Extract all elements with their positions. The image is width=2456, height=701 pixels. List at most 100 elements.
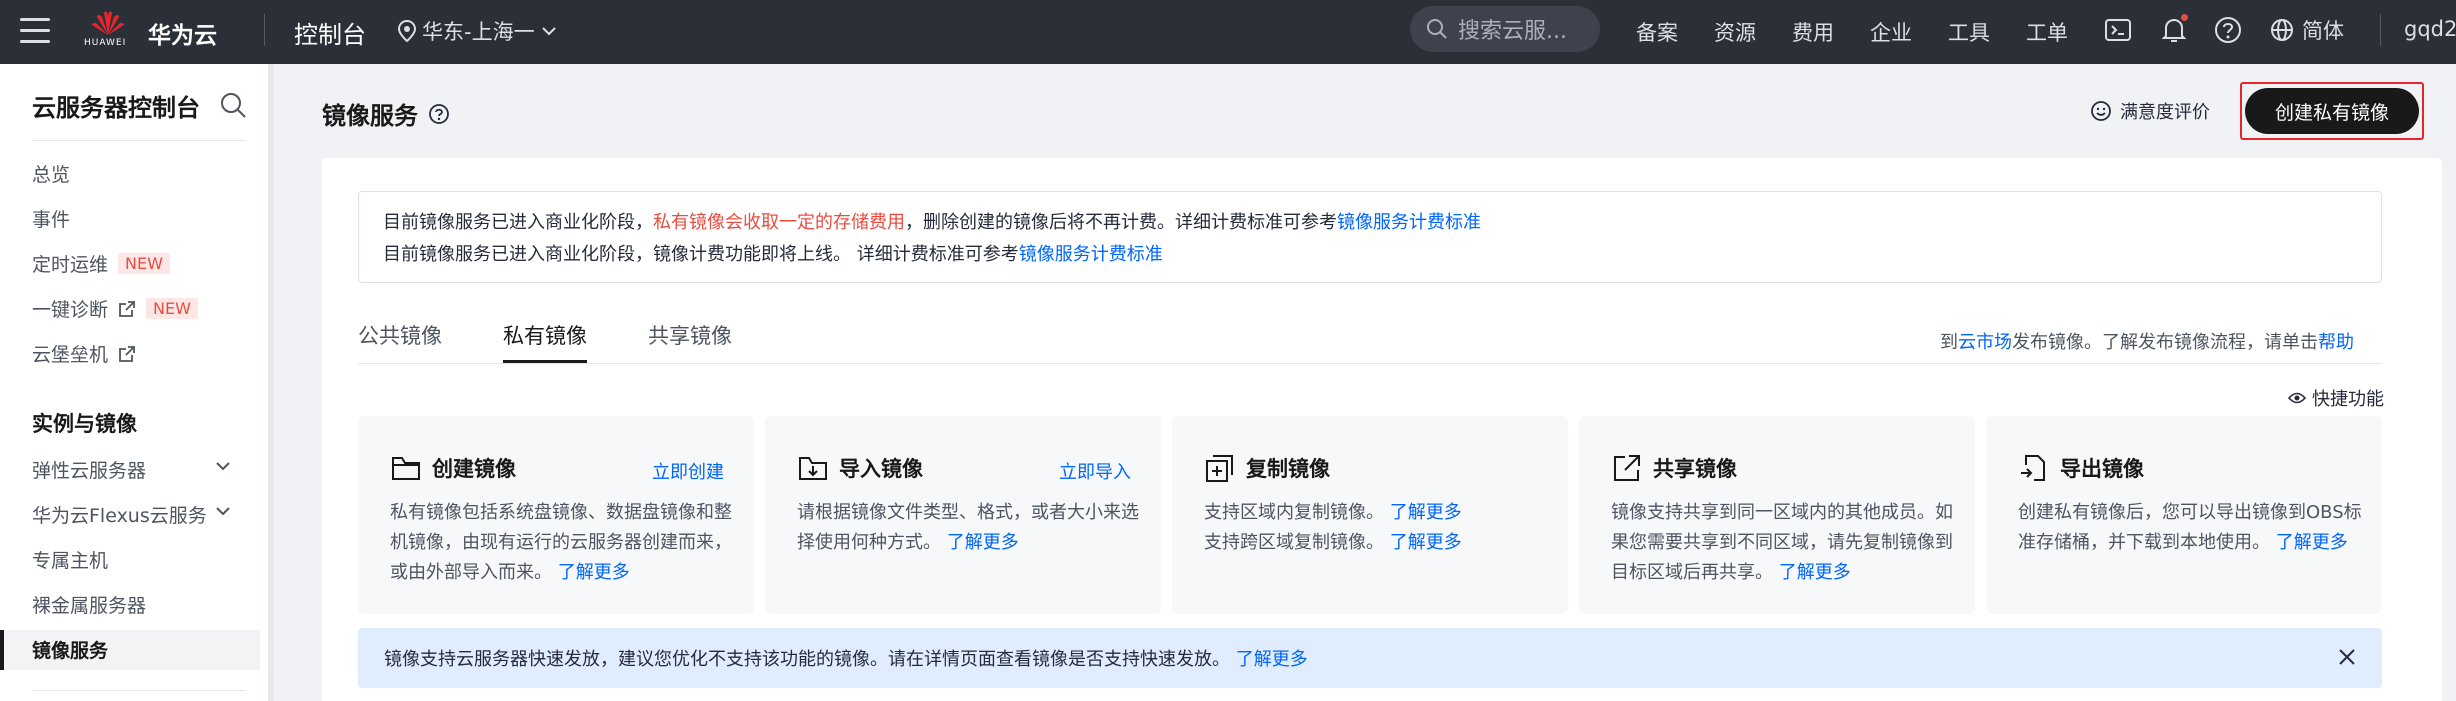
sidebar-item-events[interactable]: 事件 — [32, 205, 70, 232]
feature-title: 导入镜像 — [839, 457, 923, 481]
marketplace-tip: 到云市场发布镜像。了解发布镜像流程，请单击帮助 — [1940, 328, 2354, 354]
import-now-link[interactable]: 立即导入 — [1059, 458, 1131, 484]
folder-download-icon — [799, 457, 827, 480]
create-now-link[interactable]: 立即创建 — [652, 458, 724, 484]
sidebar-scrollbar[interactable] — [268, 64, 274, 701]
close-icon[interactable] — [2336, 646, 2358, 668]
region-selector[interactable]: 华东-上海一 — [398, 16, 557, 46]
smiley-icon — [2091, 101, 2111, 121]
quick-functions-label: 快捷功能 — [2312, 389, 2384, 410]
notice-text: ，删除创建的镜像后将不再计费。详细计费标准可参考 — [905, 212, 1337, 233]
logo-subtitle: HUAWEI — [84, 38, 127, 48]
brand-name[interactable]: 华为云 — [148, 16, 217, 50]
help-icon[interactable] — [2212, 14, 2244, 46]
feature-header: 复制镜像 — [1204, 452, 1330, 484]
learn-more-link[interactable]: 了解更多 — [1390, 502, 1462, 523]
feature-header: 共享镜像 — [1611, 452, 1737, 484]
new-badge: NEW — [118, 253, 170, 274]
sidebar-item-ims[interactable]: 镜像服务 — [32, 636, 108, 663]
tip-text: 到 — [1940, 332, 1958, 353]
sidebar-item-dedicated-host[interactable]: 专属主机 — [32, 546, 108, 573]
user-account[interactable]: gqd25 — [2404, 17, 2456, 41]
search-icon[interactable] — [218, 90, 248, 120]
feature-text: 支持跨区域复制镜像。 — [1204, 532, 1384, 553]
sidebar-item-bms[interactable]: 裸金属服务器 — [32, 591, 146, 618]
satisfaction-rating-link[interactable]: 满意度评价 — [2090, 98, 2210, 124]
sidebar-active-indicator — [0, 630, 4, 670]
learn-more-link[interactable]: 了解更多 — [947, 532, 1019, 553]
feature-card-import: 导入镜像 立即导入 请根据镜像文件类型、格式，或者大小来选择使用何种方式。 了解… — [765, 416, 1161, 614]
learn-more-link[interactable]: 了解更多 — [1779, 562, 1851, 583]
notice-line-2: 目前镜像服务已进入商业化阶段，镜像计费功能即将上线。 详细计费标准可参考镜像服务… — [383, 240, 1163, 266]
sidebar-item-label: 一键诊断 — [32, 299, 109, 321]
nav-tickets[interactable]: 工单 — [2026, 17, 2068, 47]
sidebar-item-scheduled-ops[interactable]: 定时运维 NEW — [32, 250, 170, 277]
marketplace-link[interactable]: 云市场 — [1958, 332, 2012, 353]
help-link[interactable]: 帮助 — [2318, 332, 2354, 353]
sidebar-item-overview[interactable]: 总览 — [32, 160, 70, 187]
sidebar-item-flexus[interactable]: 华为云Flexus云服务 — [32, 501, 230, 528]
sidebar-title: 云服务器控制台 — [32, 94, 200, 122]
create-private-image-button[interactable]: 创建私有镜像 — [2245, 88, 2419, 134]
feature-description: 私有镜像包括系统盘镜像、数据盘镜像和整机镜像，由现有运行的云服务器创建而来，或由… — [390, 498, 740, 588]
banner-text: 镜像支持云服务器快速发放，建议您优化不支持该功能的镜像。请在详情页面查看镜像是否… — [384, 649, 1230, 670]
tab-public-images[interactable]: 公共镜像 — [358, 320, 442, 350]
nav-billing[interactable]: 费用 — [1792, 17, 1834, 47]
nav-enterprise[interactable]: 企业 — [1870, 17, 1912, 47]
notice-line-1: 目前镜像服务已进入商业化阶段，私有镜像会收取一定的存储费用，删除创建的镜像后将不… — [383, 208, 1481, 234]
notice-highlight: 私有镜像会收取一定的存储费用 — [653, 212, 905, 233]
huawei-logo-icon[interactable] — [85, 7, 131, 37]
active-tab-indicator — [503, 360, 587, 363]
quick-functions-toggle[interactable]: 快捷功能 — [2288, 385, 2384, 411]
sidebar-item-label: 弹性云服务器 — [32, 460, 147, 482]
sidebar-item-label: 镜像服务 — [32, 640, 109, 662]
learn-more-link[interactable]: 了解更多 — [1236, 649, 1308, 670]
nav-beian[interactable]: 备案 — [1636, 17, 1678, 47]
help-icon[interactable] — [428, 103, 450, 125]
menu-icon[interactable] — [20, 18, 50, 46]
sidebar-item-label: 定时运维 — [32, 254, 109, 276]
pricing-link[interactable]: 镜像服务计费标准 — [1019, 244, 1163, 265]
share-icon — [1614, 455, 1640, 481]
feature-description: 请根据镜像文件类型、格式，或者大小来选择使用何种方式。 了解更多 — [797, 498, 1147, 558]
notification-bell[interactable] — [2158, 14, 2190, 46]
notification-dot — [2181, 14, 2188, 21]
feature-card-share: 共享镜像 镜像支持共享到同一区域内的其他成员。如果您需要共享到不同区域，请先复制… — [1579, 416, 1975, 614]
sidebar-item-diagnosis[interactable]: 一键诊断 NEW — [32, 295, 198, 322]
learn-more-link[interactable]: 了解更多 — [2276, 532, 2348, 553]
divider — [32, 690, 246, 691]
chevron-down-icon — [216, 507, 230, 516]
nav-resources[interactable]: 资源 — [1714, 17, 1756, 47]
sidebar-item-label: 裸金属服务器 — [32, 595, 147, 617]
chevron-down-icon — [216, 462, 230, 471]
tab-shared-images[interactable]: 共享镜像 — [648, 320, 732, 350]
sidebar-item-ecs[interactable]: 弹性云服务器 — [32, 456, 230, 483]
external-link-icon — [119, 300, 135, 317]
feature-text: 支持区域内复制镜像。 — [1204, 502, 1384, 523]
learn-more-link[interactable]: 了解更多 — [1390, 532, 1462, 553]
terminal-icon[interactable] — [2102, 14, 2134, 46]
external-link-icon — [119, 345, 135, 362]
top-bar: HUAWEI 华为云 控制台 华东-上海一 搜索云服... 备案 资源 费用 企… — [0, 0, 2456, 64]
global-search[interactable]: 搜索云服... — [1410, 6, 1600, 52]
search-icon — [1427, 19, 1447, 39]
feature-description: 创建私有镜像后，您可以导出镜像到OBS标准存储桶，并下载到本地使用。 了解更多 — [2018, 498, 2368, 558]
banner-message: 镜像支持云服务器快速发放，建议您优化不支持该功能的镜像。请在详情页面查看镜像是否… — [384, 645, 1308, 671]
feature-card-export: 导出镜像 创建私有镜像后，您可以导出镜像到OBS标准存储桶，并下载到本地使用。 … — [1986, 416, 2382, 614]
sidebar-item-label: 事件 — [32, 209, 71, 231]
nav-tools[interactable]: 工具 — [1948, 17, 1990, 47]
billing-notice: 目前镜像服务已进入商业化阶段，私有镜像会收取一定的存储费用，删除创建的镜像后将不… — [358, 191, 2382, 283]
learn-more-link[interactable]: 了解更多 — [558, 562, 630, 583]
satisfaction-label: 满意度评价 — [2120, 102, 2210, 123]
console-link[interactable]: 控制台 — [294, 15, 366, 50]
feature-title: 复制镜像 — [1246, 457, 1330, 481]
tab-private-images[interactable]: 私有镜像 — [503, 320, 587, 350]
page-title: 镜像服务 — [322, 96, 450, 131]
language-selector[interactable]: 简体 — [2270, 15, 2344, 45]
feature-card-create: 创建镜像 立即创建 私有镜像包括系统盘镜像、数据盘镜像和整机镜像，由现有运行的云… — [358, 416, 754, 614]
sidebar-item-bastion[interactable]: 云堡垒机 — [32, 340, 136, 367]
copy-plus-icon — [1206, 455, 1233, 482]
pricing-link[interactable]: 镜像服务计费标准 — [1337, 212, 1481, 233]
feature-description: 镜像支持共享到同一区域内的其他成员。如果您需要共享到不同区域，请先复制镜像到目标… — [1611, 498, 1961, 588]
language-label: 简体 — [2302, 19, 2344, 43]
